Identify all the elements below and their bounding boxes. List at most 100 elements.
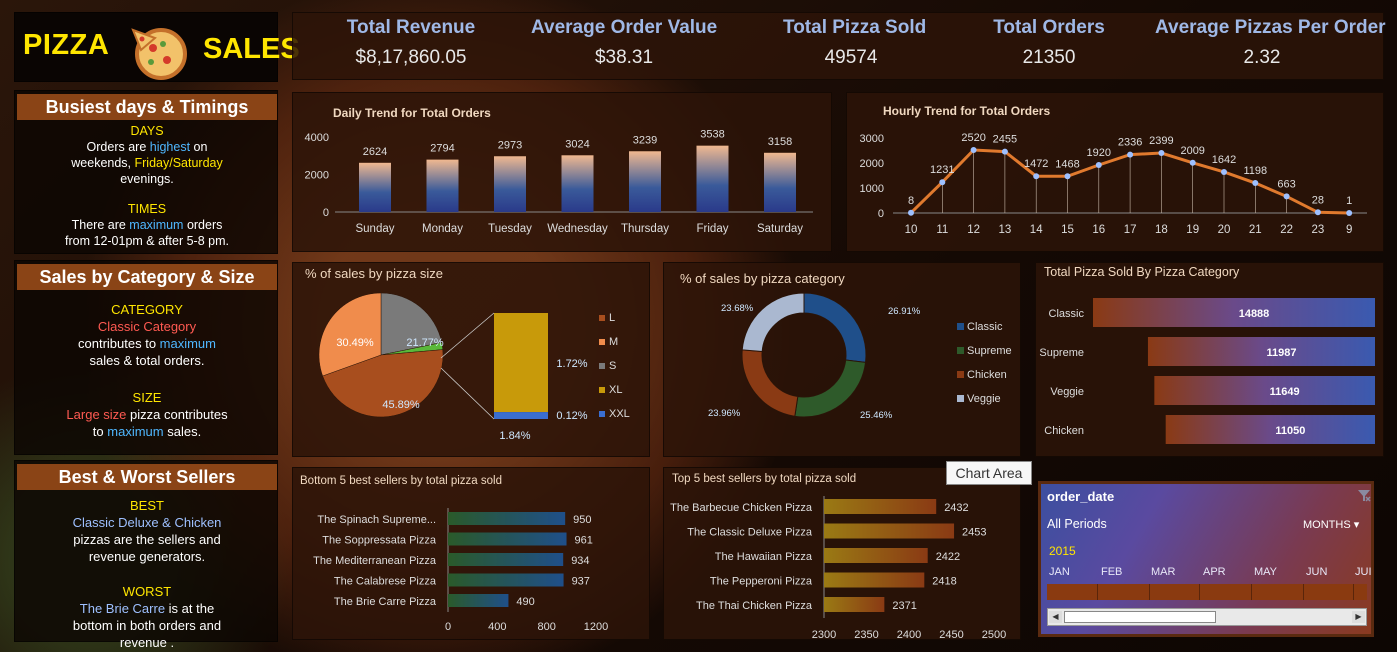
logo-panel: PIZZA SALES xyxy=(14,12,300,82)
kpi-total-orders: Total Orders 21350 xyxy=(993,17,1105,69)
data-label: 8 xyxy=(908,195,914,207)
bar xyxy=(1147,337,1375,366)
days-line-1: Orders are highest on xyxy=(86,140,208,154)
bar xyxy=(1165,415,1375,444)
legend-label: L xyxy=(609,312,615,324)
bottom-sellers-svg: 950 The Spinach Supreme... 961 The Soppress… xyxy=(313,508,608,633)
all-periods-label: All Periods xyxy=(1047,517,1107,531)
pizza-by-category-svg: 14888 Classic 11987 Supreme 11649 Veggie 11050… xyxy=(1039,298,1375,444)
data-label: 937 xyxy=(572,576,590,588)
data-point xyxy=(1001,148,1008,155)
data-label: 11987 xyxy=(1266,347,1296,359)
month-feb[interactable]: FEB xyxy=(1101,566,1122,578)
data-label: 3158 xyxy=(768,136,792,148)
clear-filter-icon[interactable] xyxy=(1357,488,1371,502)
kpi-average-pizzas-per-order: Average Pizzas Per Order 2.32 xyxy=(1155,17,1386,69)
data-label: 2422 xyxy=(936,551,960,563)
month-mar[interactable]: MAR xyxy=(1151,566,1175,578)
pizza-by-category-chart[interactable]: Total Pizza Sold By Pizza Category 14888… xyxy=(1035,262,1384,457)
scroll-left-icon[interactable]: ◀ xyxy=(1049,611,1062,623)
y-tick-label: Chicken xyxy=(1044,425,1084,437)
x-tick-label: Wednesday xyxy=(547,223,608,235)
x-tick-label: Sunday xyxy=(355,223,394,235)
months-dropdown[interactable]: MONTHS ▾ xyxy=(1303,518,1359,531)
worst-line-3: revenue . xyxy=(119,635,175,650)
month-jan[interactable]: JAN xyxy=(1049,566,1070,578)
slice-label: 30.49% xyxy=(336,337,374,349)
y-tick-label: 0 xyxy=(878,208,884,220)
y-tick-label: Veggie xyxy=(1050,386,1084,398)
bar xyxy=(824,499,937,514)
hourly-trend-svg: 0 1000 2000 3000 8 10 1231 11 2520 12 2455 13 1472 14… xyxy=(860,132,1367,236)
best-line-2: pizzas are the sellers and xyxy=(73,532,221,547)
data-point xyxy=(908,209,914,216)
legend-label: M xyxy=(609,336,618,348)
slice-label: 1.84% xyxy=(499,430,530,442)
data-label: 2520 xyxy=(961,132,985,144)
x-tick-label: 1200 xyxy=(584,621,608,633)
slice-label: 1.72% xyxy=(556,358,587,370)
order-date-slicer[interactable]: order_date All Periods MONTHS ▾ 2015 JAN… xyxy=(1038,481,1374,637)
donut-slice xyxy=(741,349,799,417)
legend-label: Veggie xyxy=(967,393,1001,405)
kpi-title: Average Order Value xyxy=(531,17,718,38)
data-label: 11050 xyxy=(1275,425,1305,437)
y-tick-label: 0 xyxy=(323,207,329,219)
timeline-bar[interactable] xyxy=(1047,584,1367,600)
x-tick-label: 22 xyxy=(1280,224,1293,236)
donut-slice xyxy=(803,292,867,363)
x-tick-label: 16 xyxy=(1092,224,1105,236)
days-line-3: evenings. xyxy=(120,172,174,186)
kpi-value: 49574 xyxy=(824,47,878,68)
data-label: 1920 xyxy=(1087,147,1111,159)
kpi-title: Total Orders xyxy=(993,17,1105,38)
data-point xyxy=(1064,173,1071,180)
y-tick-label: The Brie Carre Pizza xyxy=(334,596,437,608)
data-label: 14888 xyxy=(1239,308,1270,320)
legend-label: XL xyxy=(609,384,622,396)
data-label: 2336 xyxy=(1118,137,1142,149)
scroll-right-icon[interactable]: ▶ xyxy=(1352,611,1365,623)
scroll-thumb[interactable] xyxy=(1064,611,1216,623)
bottom-sellers-chart[interactable]: Bottom 5 best sellers by total pizza sol… xyxy=(292,467,650,640)
bar xyxy=(494,156,526,212)
busiest-days-text: DAYS Orders are highest on weekends, Fri… xyxy=(15,123,279,187)
category-donut-chart[interactable]: % of sales by pizza category 26.91% Class… xyxy=(663,262,1021,457)
data-label: 2455 xyxy=(993,134,1017,146)
x-tick-label: 400 xyxy=(488,621,506,633)
legend-swatch xyxy=(599,315,605,321)
daily-trend-chart[interactable]: Daily Trend for Total Orders 0 2000 4000 26… xyxy=(292,92,832,252)
data-label: 2009 xyxy=(1180,145,1204,157)
month-jun[interactable]: JUN xyxy=(1306,566,1327,578)
data-label: 2624 xyxy=(363,146,387,158)
x-tick-label: 12 xyxy=(967,224,980,236)
kpi-title: Total Revenue xyxy=(346,17,476,38)
legend-swatch xyxy=(599,339,605,345)
data-point xyxy=(1189,159,1196,166)
logo-sales-text: SALES xyxy=(203,33,300,65)
data-label: 950 xyxy=(573,514,591,526)
kpi-total-pizza-sold: Total Pizza Sold 49574 xyxy=(783,17,927,69)
data-label: 961 xyxy=(575,535,593,547)
top-sellers-chart[interactable]: Top 5 best sellers by total pizza sold 2… xyxy=(663,467,1021,641)
x-tick-label: 11 xyxy=(936,224,948,236)
x-tick-label: 2400 xyxy=(897,629,921,641)
month-may[interactable]: MAY xyxy=(1254,566,1277,578)
size-pie-chart[interactable]: % of sales by pizza size 21.77% 30.49% 45.… xyxy=(292,262,650,457)
category-line-3: sales & total orders. xyxy=(89,353,205,368)
x-tick-label: 13 xyxy=(999,224,1012,236)
x-tick-label: 20 xyxy=(1218,224,1231,236)
month-apr[interactable]: APR xyxy=(1203,566,1226,578)
x-tick-label: 2500 xyxy=(982,629,1006,641)
timeline-scrollbar[interactable]: ◀ ▶ xyxy=(1047,608,1367,626)
kpi-title: Total Pizza Sold xyxy=(783,17,927,38)
x-tick-label: 800 xyxy=(537,621,555,633)
hourly-trend-chart[interactable]: Hourly Trend for Total Orders 0 1000 2000 3… xyxy=(846,92,1384,252)
kpi-average-order-value: Average Order Value $38.31 xyxy=(531,17,717,69)
data-label: 1198 xyxy=(1243,165,1267,177)
worst-line-2: bottom in both orders and xyxy=(72,618,222,633)
bar xyxy=(764,152,796,212)
data-label: 2973 xyxy=(498,139,522,151)
size-text: SIZE Large size pizza contributes to max… xyxy=(15,389,279,440)
month-jul[interactable]: JUI xyxy=(1355,566,1372,578)
